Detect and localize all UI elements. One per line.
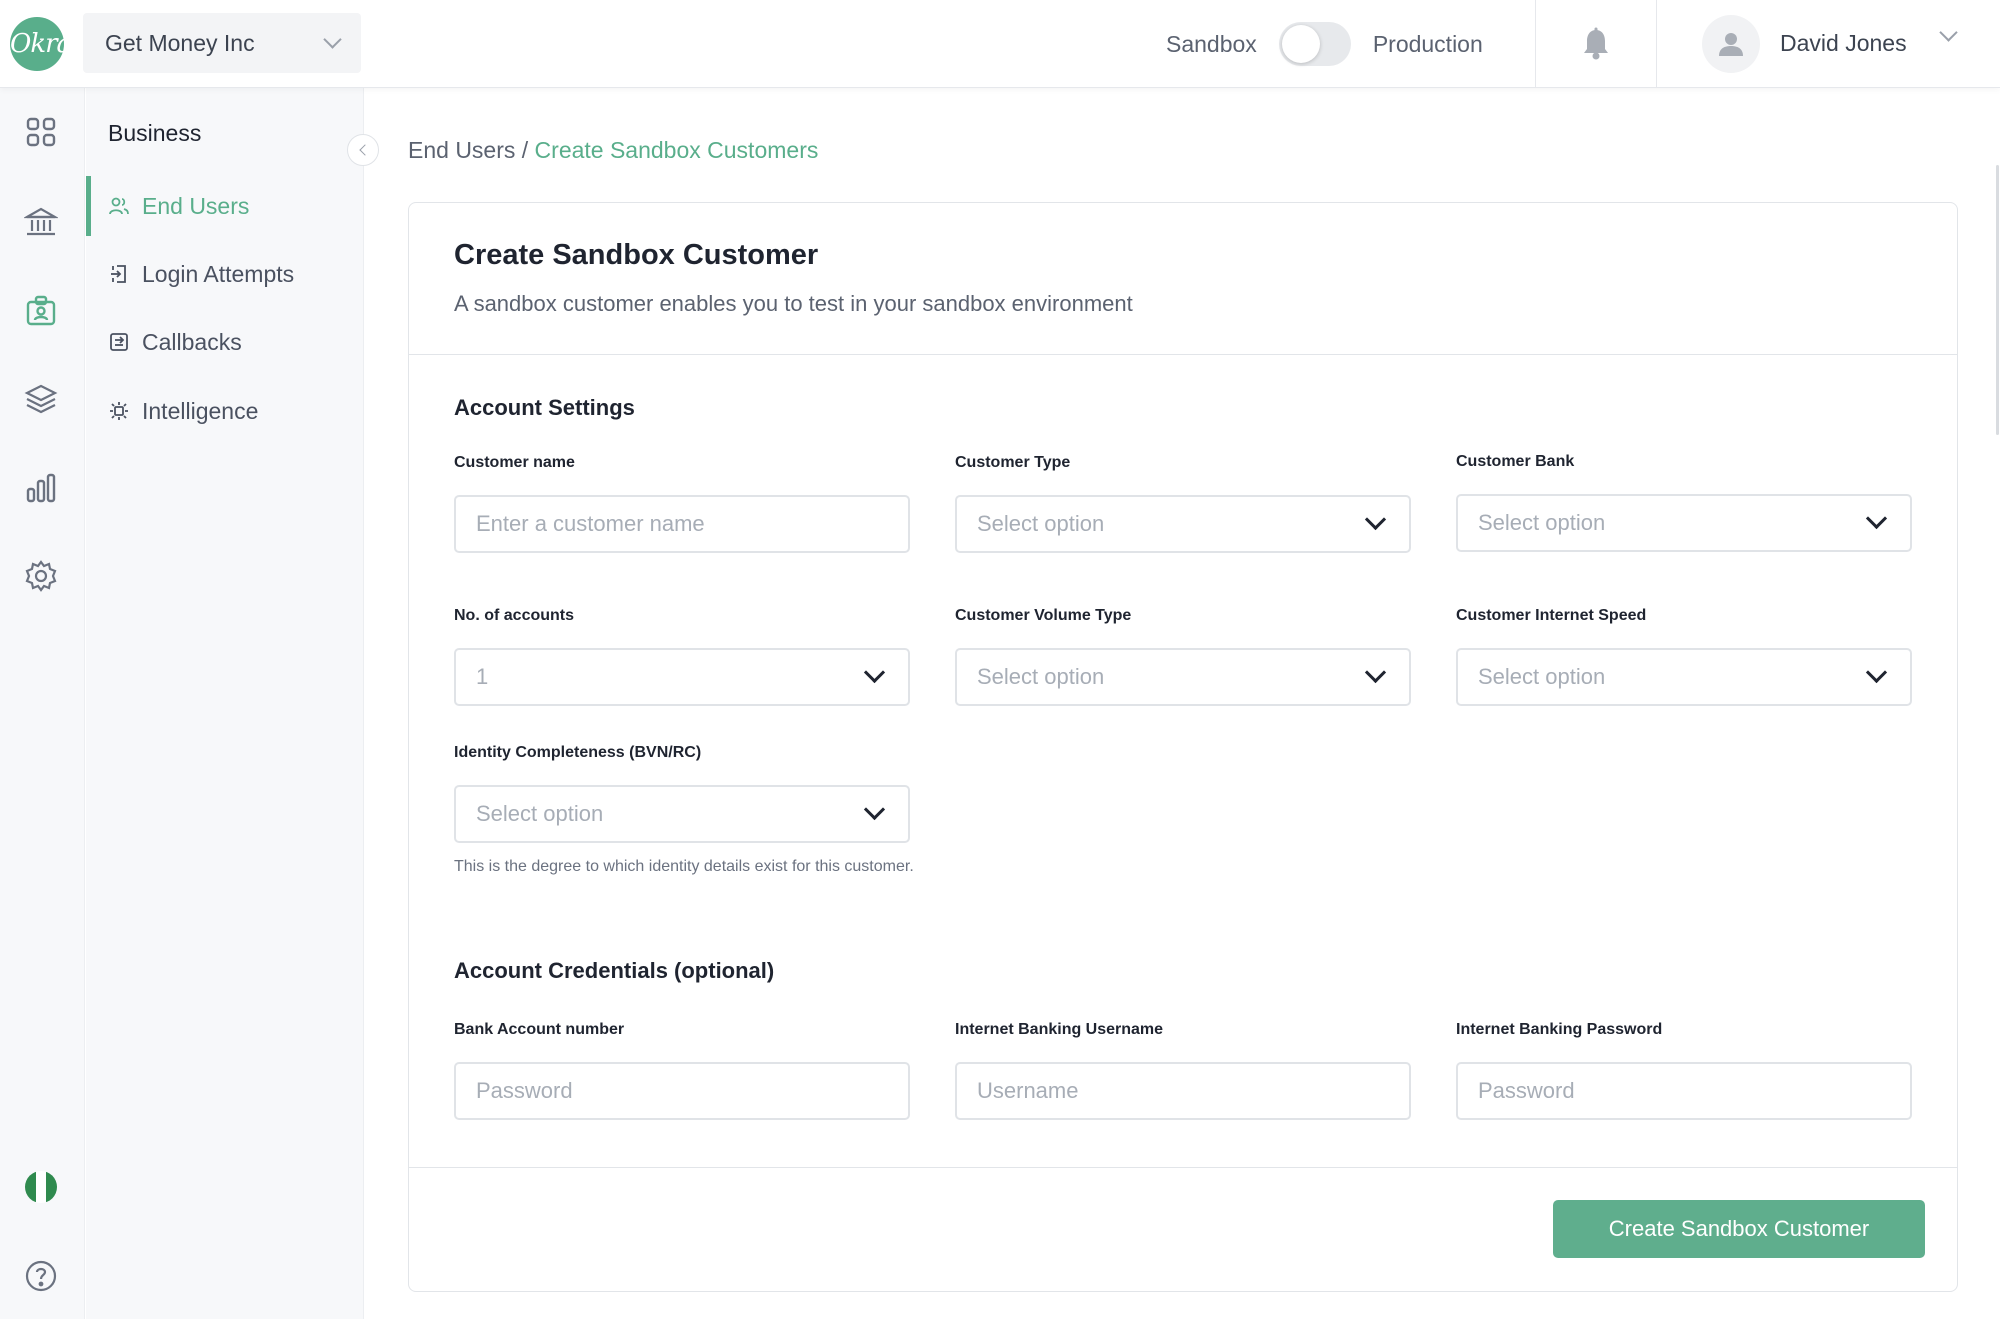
customer-type-label: Customer Type [955, 454, 1071, 471]
customer-type-placeholder: Select option [977, 511, 1105, 536]
chevron-down-icon [863, 798, 886, 821]
ib-username-placeholder: Username [977, 1078, 1079, 1103]
toggle-knob [1281, 25, 1320, 63]
breadcrumb-parent[interactable]: End Users [408, 137, 515, 163]
breadcrumb-current: Create Sandbox Customers [534, 137, 819, 163]
sidebar-title: Business [108, 120, 202, 146]
internet-speed-label: Customer Internet Speed [1456, 607, 1647, 624]
bank-account-label: Bank Account number [454, 1021, 625, 1038]
nigeria-flag-icon[interactable] [22, 1168, 60, 1206]
chevron-down-icon [1364, 661, 1387, 684]
divider [1535, 0, 1536, 88]
env-label-production: Production [1372, 30, 1483, 57]
customer-name-input[interactable]: Enter a customer name [454, 495, 910, 553]
chevron-down-icon [1364, 508, 1387, 531]
sidebar-item-login-attempts[interactable]: Login Attempts [86, 244, 363, 304]
customer-name-label: Customer name [454, 454, 575, 471]
identity-select[interactable]: Select option [454, 785, 910, 843]
identity-label: Identity Completeness (BVN/RC) [454, 744, 702, 761]
customer-type-select[interactable]: Select option [955, 495, 1411, 553]
user-icon [1719, 33, 1743, 56]
credentials-heading: Account Credentials (optional) [454, 958, 775, 983]
create-sandbox-customer-button[interactable]: Create Sandbox Customer [1553, 1200, 1925, 1258]
user-name[interactable]: David Jones [1780, 30, 1907, 57]
create-customer-card: Create Sandbox Customer A sandbox custom… [408, 202, 1958, 1292]
bar-chart-icon[interactable] [22, 469, 60, 507]
ib-password-label: Internet Banking Password [1456, 1021, 1663, 1038]
page-subtitle: A sandbox customer enables you to test i… [454, 291, 1133, 316]
breadcrumb: End Users / Create Sandbox Customers [408, 137, 818, 164]
icon-rail [0, 88, 85, 1319]
chevron-down-icon [1865, 661, 1888, 684]
customer-bank-placeholder: Select option [1478, 510, 1606, 535]
dashboard-grid-icon[interactable] [22, 113, 60, 151]
login-icon [108, 263, 130, 285]
customer-name-placeholder: Enter a customer name [476, 511, 705, 536]
settings-gear-icon[interactable] [22, 557, 60, 595]
num-accounts-label: No. of accounts [454, 607, 575, 624]
sidebar-item-label: Callbacks [142, 328, 242, 355]
page-title: Create Sandbox Customer [454, 239, 819, 271]
ib-username-label: Internet Banking Username [955, 1021, 1164, 1038]
env-label-sandbox: Sandbox [1166, 30, 1257, 57]
bank-account-input[interactable]: Password [454, 1062, 910, 1120]
collapse-sidebar-button[interactable] [347, 134, 379, 166]
customer-bank-select[interactable]: Select option [1456, 494, 1912, 552]
ib-password-placeholder: Password [1478, 1078, 1575, 1103]
page-scrollbar[interactable] [1996, 165, 1999, 435]
num-accounts-value: 1 [476, 664, 489, 689]
avatar[interactable] [1702, 15, 1760, 73]
account-settings-heading: Account Settings [454, 395, 635, 420]
customer-bank-label: Customer Bank [1456, 453, 1575, 470]
top-bar: Okra Get Money Inc Sandbox Production Da… [0, 0, 2000, 88]
sidebar-item-label: Intelligence [142, 397, 259, 424]
ib-password-input[interactable]: Password [1456, 1062, 1912, 1120]
organization-select[interactable]: Get Money Inc [83, 13, 361, 73]
volume-type-select[interactable]: Select option [955, 648, 1411, 706]
okra-logo[interactable]: Okra [10, 17, 72, 71]
user-menu-chevron-icon[interactable] [1939, 23, 1958, 42]
environment-switch: Sandbox Production [1166, 20, 1483, 68]
intelligence-icon [108, 400, 130, 422]
users-icon [108, 195, 130, 217]
notifications-bell-icon[interactable] [1580, 27, 1612, 61]
sidebar-item-end-users[interactable]: End Users [86, 176, 363, 236]
volume-type-label: Customer Volume Type [955, 607, 1132, 624]
sidebar-item-label: Login Attempts [142, 260, 295, 287]
sidebar-item-intelligence[interactable]: Intelligence [86, 381, 363, 441]
volume-type-placeholder: Select option [977, 664, 1105, 689]
chevron-down-icon [1865, 507, 1888, 530]
chevron-down-icon [323, 29, 342, 49]
breadcrumb-separator: / [515, 137, 535, 163]
sidebar-item-label: End Users [142, 192, 250, 219]
environment-toggle[interactable] [1278, 22, 1351, 66]
internet-speed-placeholder: Select option [1478, 664, 1606, 689]
id-badge-icon[interactable] [22, 292, 60, 330]
bank-account-placeholder: Password [476, 1078, 573, 1103]
ib-username-input[interactable]: Username [955, 1062, 1411, 1120]
divider [1656, 0, 1657, 88]
card-header: Create Sandbox Customer A sandbox custom… [409, 203, 1957, 355]
chevron-down-icon [863, 661, 886, 684]
sidebar: Business End Users Login Attempts Callba… [86, 88, 364, 1319]
bank-icon[interactable] [22, 203, 60, 241]
sidebar-item-callbacks[interactable]: Callbacks [86, 312, 363, 372]
help-icon[interactable] [22, 1257, 60, 1295]
chevron-left-icon [358, 144, 371, 156]
layers-icon[interactable] [22, 380, 60, 418]
identity-help-text: This is the degree to which identity det… [454, 858, 914, 875]
callbacks-icon [108, 331, 130, 353]
num-accounts-select[interactable]: 1 [454, 648, 910, 706]
organization-name: Get Money Inc [105, 29, 255, 56]
internet-speed-select[interactable]: Select option [1456, 648, 1912, 706]
card-footer-divider [409, 1167, 1957, 1168]
identity-placeholder: Select option [476, 801, 604, 826]
